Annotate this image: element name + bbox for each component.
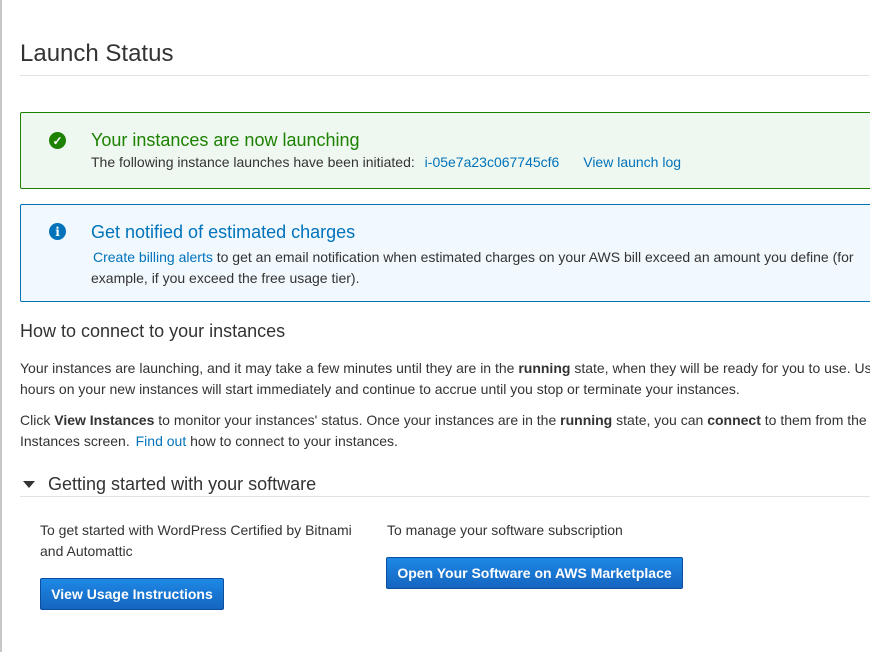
title-divider — [20, 75, 870, 76]
software-section-toggle[interactable]: Getting started with your software — [20, 474, 316, 495]
software-left-text: To get started with WordPress Certified … — [40, 522, 352, 559]
p2-view-instances: View Instances — [54, 412, 155, 428]
p2-line2-a: Instances screen. — [20, 433, 130, 449]
page-title: Launch Status — [20, 40, 174, 67]
success-alert-body: The following instance launches have bee… — [91, 154, 681, 170]
instance-id-link[interactable]: i-05e7a23c067745cf6 — [425, 154, 560, 170]
success-alert: ✓ Your instances are now launching The f… — [20, 112, 870, 189]
software-right-text: To manage your software subscription — [387, 522, 623, 538]
create-billing-alerts-link[interactable]: Create billing alerts — [93, 249, 213, 265]
p1-running: running — [518, 360, 571, 376]
p1-line-2: hours on your new instances will start i… — [20, 381, 740, 397]
left-border — [0, 0, 2, 652]
connect-paragraph-2: Click View Instances to monitor your ins… — [20, 410, 870, 452]
connect-section-title: How to connect to your instances — [20, 321, 286, 341]
info-alert-heading: Get notified of estimated charges — [91, 222, 356, 242]
success-alert-heading: Your instances are now launching — [91, 130, 360, 150]
caret-down-icon — [23, 481, 35, 488]
view-usage-instructions-button[interactable]: View Usage Instructions — [40, 578, 224, 610]
p1-text-a: Your instances are launching, and it may… — [20, 360, 515, 376]
info-alert-body: Create billing alerts to get an email no… — [91, 247, 870, 289]
p2-text-c: state, you can — [616, 412, 704, 428]
p2-text-a: Click — [20, 412, 51, 428]
p2-text-b: to monitor your instances' status. Once … — [158, 412, 557, 428]
view-launch-log-link[interactable]: View launch log — [583, 154, 681, 170]
p2-text-d: to them from the — [764, 412, 867, 428]
software-section-title: Getting started with your software — [48, 474, 317, 494]
open-marketplace-button[interactable]: Open Your Software on AWS Marketplace — [386, 557, 683, 589]
p1-text-b: state, when they will be ready for you t… — [574, 360, 870, 376]
success-alert-text: The following instance launches have bee… — [91, 154, 415, 170]
p2-line2-b: how to connect to your instances. — [190, 433, 398, 449]
find-out-link[interactable]: Find out — [136, 433, 187, 449]
info-alert: i Get notified of estimated charges Crea… — [20, 204, 870, 302]
info-circle-icon: i — [49, 223, 66, 240]
check-circle-icon: ✓ — [49, 132, 66, 149]
p2-connect: connect — [707, 412, 761, 428]
p2-running: running — [560, 412, 613, 428]
software-divider — [20, 496, 870, 497]
connect-paragraph-1: Your instances are launching, and it may… — [20, 358, 870, 400]
